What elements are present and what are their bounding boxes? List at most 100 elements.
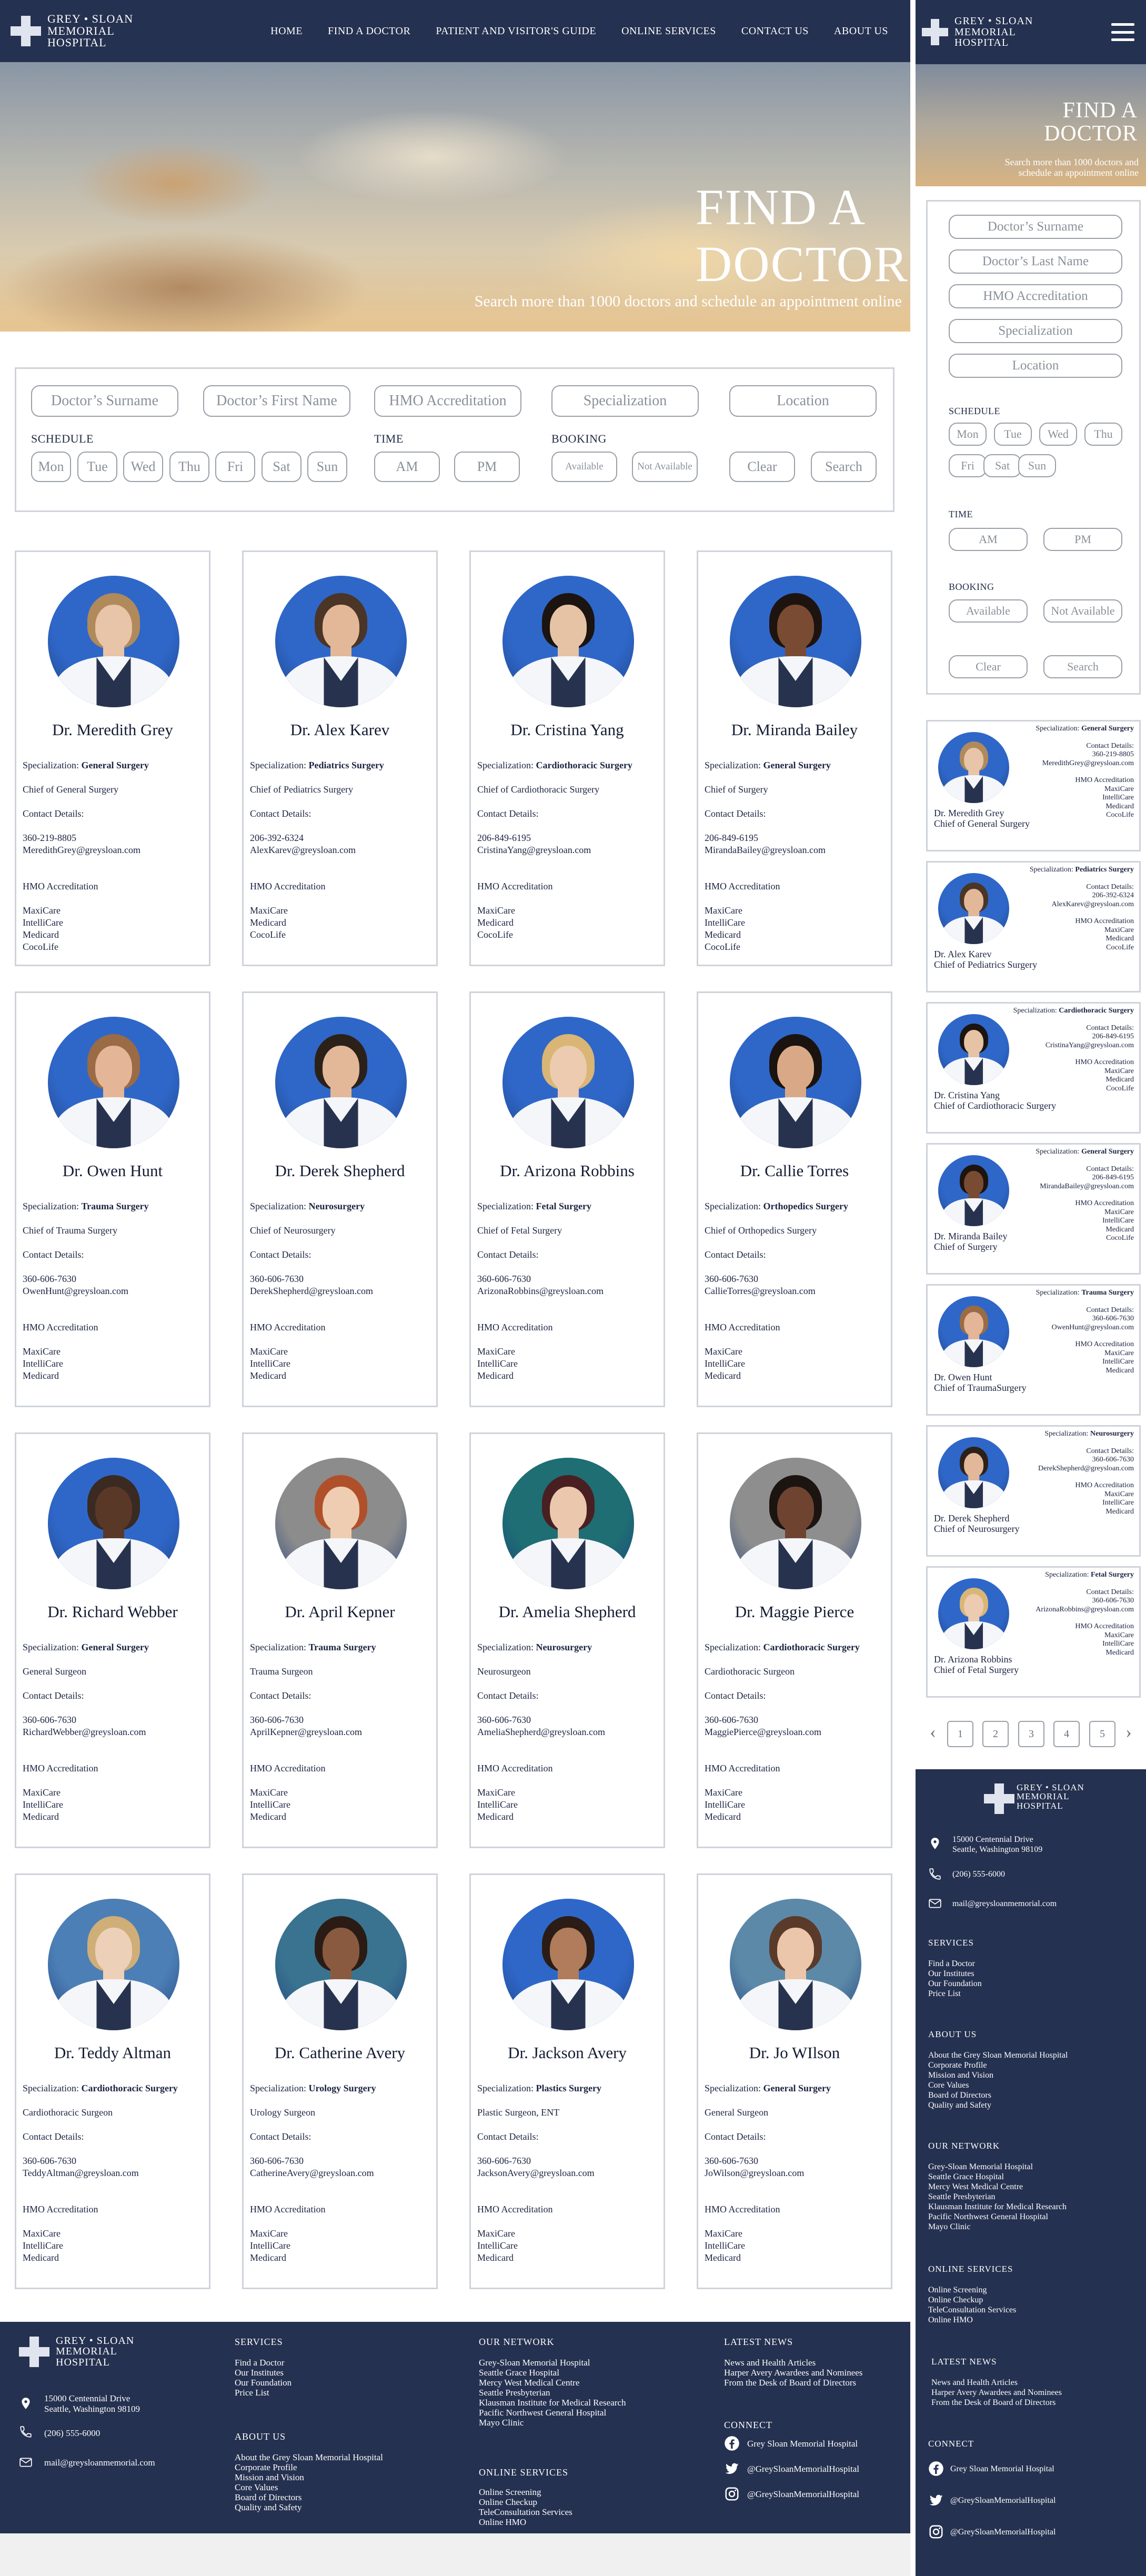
footer-email[interactable]: mail@greysloanmemorial.com (44, 2458, 155, 2468)
booking-not-available[interactable]: Not Available (632, 452, 698, 482)
doctor-phone[interactable]: 360-606-7630 (477, 2155, 660, 2167)
footer-about-item[interactable]: Mission and Vision (235, 2472, 304, 2482)
footer-network-item[interactable]: Mercy West Medical Centre (479, 2378, 579, 2388)
doctor-phone[interactable]: 360-606-7630 (705, 1273, 888, 1285)
doctor-email[interactable]: CatherineAvery@greysloan.com (250, 2167, 433, 2179)
mobile-doctor-card[interactable]: Dr. Alex Karev Chief of Pediatrics Surger… (926, 861, 1141, 993)
doctor-card[interactable]: Dr. Teddy Altman Specialization: Cardioth… (15, 1873, 210, 2289)
doctor-phone[interactable]: 360-606-7630 (705, 2155, 888, 2167)
footer-news-item[interactable]: News and Health Articles (724, 2358, 816, 2368)
day-sun[interactable]: Sun (1018, 454, 1056, 477)
doctor-phone[interactable]: 360-606-7630 (250, 1273, 433, 1285)
footer-about-item[interactable]: Core Values (928, 2080, 969, 2090)
mobile-doctor-card[interactable]: Dr. Arizona Robbins Chief of Fetal Surger… (926, 1566, 1141, 1698)
doctor-card[interactable]: Dr. Alex Karev Specialization: Pediatrics… (242, 550, 438, 966)
instagram-icon[interactable] (724, 2486, 740, 2502)
footer-about-item[interactable]: Quality and Safety (928, 2100, 991, 2110)
clear-button[interactable]: Clear (949, 655, 1028, 678)
footer-twitter[interactable]: @GreySloanMemorialHospital (950, 2495, 1055, 2505)
doctor-email[interactable]: MeredithGrey@greysloan.com (23, 844, 206, 856)
doctor-phone[interactable]: 360-606-7630 (477, 1273, 660, 1285)
footer-online-item[interactable]: TeleConsultation Services (479, 2507, 572, 2517)
day-fri[interactable]: Fri (215, 452, 255, 482)
footer-network-item[interactable]: Seattle Presbyterian (479, 2388, 550, 2398)
doctor-email[interactable]: DerekShepherd@greysloan.com (250, 1285, 433, 1297)
doctor-phone[interactable]: 360-606-7630 (250, 1714, 433, 1726)
pagination-page[interactable]: 3 (1018, 1721, 1044, 1747)
day-mon[interactable]: Mon (949, 423, 987, 446)
footer-news-item[interactable]: From the Desk of Board of Directors (724, 2378, 856, 2388)
booking-not-available[interactable]: Not Available (1043, 599, 1122, 623)
doctor-email[interactable]: CristinaYang@greysloan.com (1013, 1041, 1134, 1050)
doctor-card[interactable]: Dr. Miranda Bailey Specialization: Genera… (697, 550, 892, 966)
doctor-phone[interactable]: 360-219-8805 (1036, 750, 1134, 759)
doctor-email[interactable]: OwenHunt@greysloan.com (1036, 1324, 1134, 1332)
hamburger-menu-icon[interactable] (1111, 23, 1134, 41)
footer-network-item[interactable]: Grey-Sloan Memorial Hospital (928, 2162, 1033, 2172)
footer-network-item[interactable]: Klausman Institute for Medical Research (479, 2398, 626, 2408)
pagination-prev-icon[interactable]: ‹ (920, 1721, 946, 1747)
hospital-logo[interactable]: GREY • SLOAN MEMORIAL HOSPITAL (11, 13, 133, 48)
footer-news-item[interactable]: From the Desk of Board of Directors (931, 2398, 1055, 2408)
day-thu[interactable]: Thu (1084, 423, 1122, 446)
doctor-email[interactable]: OwenHunt@greysloan.com (23, 1285, 206, 1297)
doctor-email[interactable]: DerekShepherd@greysloan.com (1038, 1465, 1134, 1474)
footer-online-item[interactable]: TeleConsultation Services (928, 2305, 1016, 2315)
doctor-card[interactable]: Dr. Richard Webber Specialization: Genera… (15, 1432, 210, 1848)
footer-network-item[interactable]: Seattle Grace Hospital (928, 2172, 1004, 2182)
booking-available[interactable]: Available (551, 452, 617, 482)
doctor-card[interactable]: Dr. Jackson Avery Specialization: Plastic… (469, 1873, 665, 2289)
footer-about-item[interactable]: Quality and Safety (235, 2502, 301, 2512)
mobile-hospital-logo[interactable]: GREY • SLOAN MEMORIAL HOSPITAL (922, 16, 1033, 48)
footer-services-item[interactable]: Price List (928, 1989, 961, 1999)
doctor-phone[interactable]: 360-606-7630 (23, 2155, 206, 2167)
footer-instagram[interactable]: @GreySloanMemorialHospital (747, 2489, 859, 2499)
pagination-next-icon[interactable]: › (1115, 1721, 1142, 1747)
mobile-doctor-card[interactable]: Dr. Cristina Yang Chief of Cardiothoracic… (926, 1002, 1141, 1134)
time-am[interactable]: AM (374, 452, 440, 482)
location-select[interactable]: Location (949, 354, 1122, 378)
doctor-email[interactable]: AmeliaShepherd@greysloan.com (477, 1726, 660, 1738)
doctor-phone[interactable]: 360-606-7630 (705, 1714, 888, 1726)
footer-news-item[interactable]: Harper Avery Awardees and Nominees (931, 2388, 1062, 2398)
location-select[interactable]: Location (729, 385, 877, 417)
doctor-card[interactable]: Dr. Callie Torres Specialization: Orthope… (697, 991, 892, 1407)
nav-contact-us[interactable]: CONTACT US (741, 25, 809, 37)
nav-find-a-doctor[interactable]: FIND A DOCTOR (328, 25, 410, 37)
footer-network-item[interactable]: Grey-Sloan Memorial Hospital (479, 2358, 590, 2368)
pagination-page[interactable]: 1 (947, 1721, 973, 1747)
nav-about-us[interactable]: ABOUT US (834, 25, 888, 37)
footer-logo[interactable]: GREY • SLOAN MEMORIAL HOSPITAL (19, 2336, 134, 2368)
footer-online-item[interactable]: Online Checkup (928, 2295, 983, 2305)
doctor-email[interactable]: ArizonaRobbins@greysloan.com (1036, 1606, 1134, 1615)
pagination-page[interactable]: 4 (1053, 1721, 1080, 1747)
doctor-card[interactable]: Dr. Owen Hunt Specialization: Trauma Surg… (15, 991, 210, 1407)
search-button[interactable]: Search (1043, 655, 1122, 678)
doctor-phone[interactable]: 360-219-8805 (23, 832, 206, 844)
footer-network-item[interactable]: Klausman Institute for Medical Research (928, 2202, 1067, 2212)
doctor-phone[interactable]: 360-606-7630 (477, 1714, 660, 1726)
last-name-input[interactable]: Doctor’s Last Name (949, 249, 1122, 274)
doctor-email[interactable]: TeddyAltman@greysloan.com (23, 2167, 206, 2179)
pagination-page[interactable]: 5 (1089, 1721, 1115, 1747)
footer-logo[interactable]: GREY • SLOAN MEMORIAL HOSPITAL (984, 1783, 1084, 1814)
day-tue[interactable]: Tue (994, 423, 1032, 446)
doctor-email[interactable]: MirandaBailey@greysloan.com (1036, 1182, 1134, 1191)
doctor-phone[interactable]: 206-392-6324 (1030, 891, 1134, 900)
doctor-email[interactable]: CristinaYang@greysloan.com (477, 844, 660, 856)
footer-network-item[interactable]: Seattle Grace Hospital (479, 2368, 559, 2378)
footer-services-item[interactable]: Price List (235, 2388, 269, 2398)
doctor-email[interactable]: RichardWebber@greysloan.com (23, 1726, 206, 1738)
footer-online-item[interactable]: Online Checkup (479, 2497, 537, 2507)
footer-online-item[interactable]: Online HMO (479, 2517, 526, 2527)
doctor-card[interactable]: Dr. Catherine Avery Specialization: Urolo… (242, 1873, 438, 2289)
footer-online-item[interactable]: Online HMO (928, 2315, 973, 2325)
day-fri[interactable]: Fri (949, 454, 987, 477)
footer-online-item[interactable]: Online Screening (479, 2487, 541, 2497)
doctor-email[interactable]: JacksonAvery@greysloan.com (477, 2167, 660, 2179)
search-button[interactable]: Search (811, 452, 877, 482)
footer-facebook[interactable]: Grey Sloan Memorial Hospital (747, 2439, 858, 2449)
doctor-phone[interactable]: 206-392-6324 (250, 832, 433, 844)
doctor-card[interactable]: Dr. Derek Shepherd Specialization: Neuros… (242, 991, 438, 1407)
footer-network-item[interactable]: Mercy West Medical Centre (928, 2182, 1023, 2192)
